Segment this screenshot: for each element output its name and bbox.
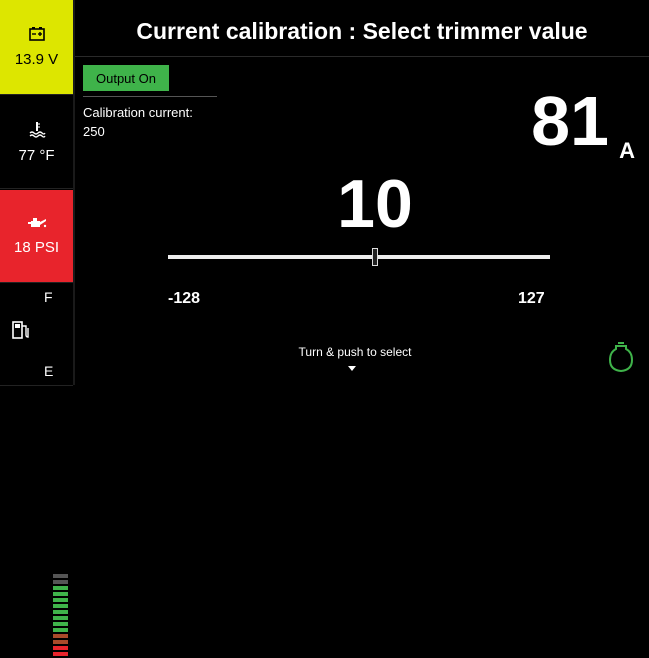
battery-icon [28, 26, 46, 47]
calibration-screen: 13.9 V 77 °F 18 PSI F E Current calibrat… [0, 0, 649, 656]
trimmer-value: 10 [337, 166, 413, 242]
fuel-bar-segment [53, 592, 68, 596]
slider-max-label: 127 [518, 290, 545, 307]
temperature-tile[interactable]: 77 °F [0, 96, 73, 189]
fuel-bar-segment [53, 622, 68, 626]
sidebar-divider [73, 0, 75, 385]
fuel-bar-segment [53, 646, 68, 650]
fuel-bar-segment [53, 652, 68, 656]
trimmer-slider-track[interactable] [168, 255, 550, 259]
oil-pressure-tile[interactable]: 18 PSI [0, 190, 73, 283]
engine-icon [606, 340, 636, 374]
oil-can-icon [27, 216, 47, 235]
page-title: Current calibration : Select trimmer val… [136, 18, 588, 44]
fuel-level-bars [53, 574, 69, 658]
fuel-bar-segment [53, 628, 68, 632]
fuel-bar-segment [53, 598, 68, 602]
fuel-bar-segment [53, 634, 68, 638]
caret-down-icon [348, 366, 356, 371]
slider-min-label: -128 [168, 290, 201, 307]
current-reading: 81 [531, 82, 609, 160]
fuel-bar-segment [53, 616, 68, 620]
current-unit: A [619, 138, 635, 163]
oil-pressure-value: 18 PSI [13, 239, 60, 256]
battery-value: 13.9 V [14, 51, 59, 68]
fuel-bar-segment [53, 610, 68, 614]
calibration-current-label: Calibration current: [83, 105, 193, 120]
fuel-bar-segment [53, 640, 68, 644]
badge-divider [83, 96, 217, 97]
fuel-bar-segment [53, 586, 68, 590]
temperature-value: 77 °F [18, 147, 55, 164]
header-divider [75, 56, 649, 57]
calibration-current-value: 250 [83, 124, 105, 139]
fuel-full-label: F [44, 289, 53, 305]
instruction-hint: Turn & push to select [298, 345, 412, 359]
fuel-bar-segment [53, 604, 68, 608]
battery-tile[interactable]: 13.9 V [0, 0, 73, 95]
output-status-badge: Output On [83, 65, 169, 91]
fuel-bar-segment [53, 580, 68, 584]
fuel-pump-icon [12, 320, 30, 345]
fuel-empty-label: E [44, 363, 54, 379]
thermometer-icon [28, 120, 46, 143]
gauge-sidebar: 13.9 V 77 °F 18 PSI F E [0, 0, 75, 656]
fuel-tile[interactable]: F E [0, 284, 73, 656]
trimmer-slider-thumb[interactable] [371, 248, 378, 266]
fuel-bar-segment [53, 574, 68, 578]
